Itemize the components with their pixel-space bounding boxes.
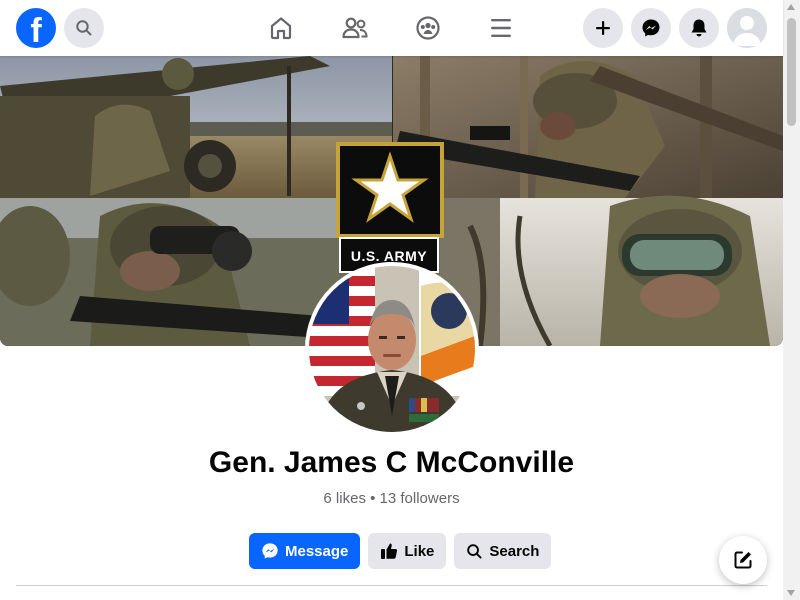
profile-photo-image <box>309 266 475 432</box>
nav-home-button[interactable] <box>265 12 297 44</box>
message-button-label: Message <box>285 542 349 560</box>
search-icon <box>467 543 482 559</box>
section-divider <box>16 585 767 586</box>
nav-menu-button[interactable] <box>485 12 517 44</box>
home-icon <box>270 17 292 40</box>
search-button[interactable] <box>64 8 104 48</box>
messenger-icon <box>642 19 660 37</box>
scroll-up-arrow-icon[interactable] <box>787 4 795 10</box>
scrollbar-thumb[interactable] <box>787 18 796 126</box>
search-button-label: Search <box>489 542 540 560</box>
friends-icon <box>342 17 368 39</box>
new-message-button[interactable] <box>719 536 767 584</box>
facebook-logo-icon[interactable]: f <box>16 8 56 48</box>
page-title: Gen. James C McConville <box>208 446 575 479</box>
profile-picture[interactable] <box>305 262 479 436</box>
thumbs-up-icon <box>381 543 398 559</box>
search-page-button[interactable]: Search <box>454 533 552 569</box>
message-button[interactable]: Message <box>249 533 361 569</box>
like-button[interactable]: Like <box>368 533 447 569</box>
plus-icon <box>596 21 610 35</box>
scroll-down-arrow-icon[interactable] <box>787 590 795 596</box>
search-icon <box>76 20 92 36</box>
create-button[interactable] <box>583 8 623 48</box>
messenger-button[interactable] <box>631 8 671 48</box>
top-navigation-bar: f <box>0 0 783 56</box>
vertical-scrollbar[interactable] <box>783 0 800 600</box>
notifications-button[interactable] <box>679 8 719 48</box>
facebook-logo-letter: f <box>30 12 42 48</box>
account-avatar-button[interactable] <box>727 8 767 48</box>
profile-avatar-icon <box>727 8 767 48</box>
messenger-icon <box>262 543 278 559</box>
like-button-label: Like <box>404 542 435 560</box>
page-stats[interactable]: 6 likes • 13 followers <box>0 490 783 507</box>
page-action-buttons: Message Like Search <box>249 533 552 569</box>
bell-icon <box>691 19 707 37</box>
groups-icon <box>416 16 440 40</box>
compose-icon <box>734 551 752 569</box>
menu-icon <box>491 19 511 37</box>
nav-groups-button[interactable] <box>412 12 444 44</box>
nav-friends-button[interactable] <box>339 12 371 44</box>
